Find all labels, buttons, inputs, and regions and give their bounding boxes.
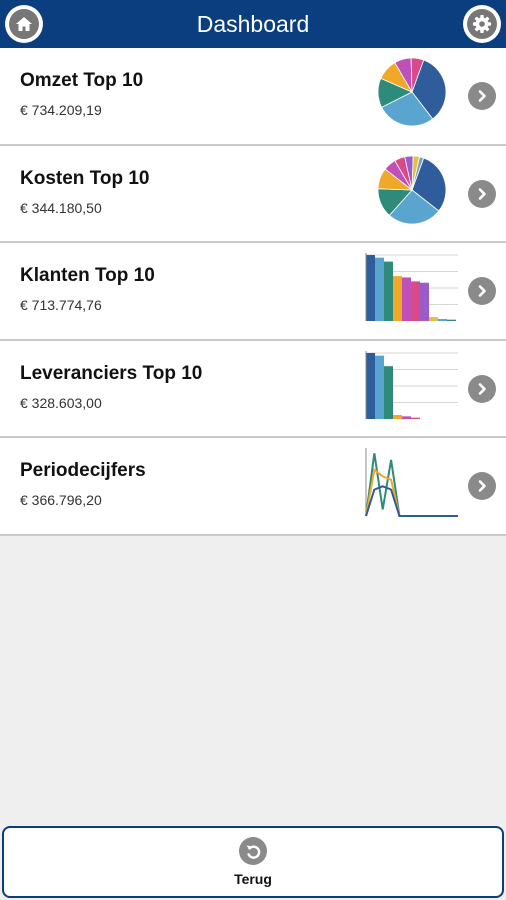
bar-chart <box>365 350 458 419</box>
footer-bar: Terug <box>0 824 506 900</box>
bar <box>429 317 438 322</box>
undo-arrow-icon <box>239 837 267 865</box>
home-icon <box>9 9 39 39</box>
row-value: € 366.796,20 <box>20 492 102 509</box>
bar <box>420 282 429 322</box>
back-label: Terug <box>234 871 272 887</box>
bar <box>402 277 411 322</box>
list-item-omzet[interactable]: Omzet Top 10 € 734.209,19 <box>0 48 506 146</box>
bar <box>447 319 456 322</box>
list-item-periodecijfers[interactable]: Periodecijfers € 366.796,20 <box>0 438 506 536</box>
bar <box>366 255 375 322</box>
bar <box>393 276 402 322</box>
bar <box>411 417 420 419</box>
row-title: Kosten Top 10 <box>20 167 150 189</box>
home-button[interactable] <box>5 5 43 43</box>
list-item-klanten[interactable]: Klanten Top 10 € 713.774,76 <box>0 243 506 341</box>
pie-chart <box>377 155 447 224</box>
page-title: Dashboard <box>196 10 310 37</box>
row-value: € 328.603,00 <box>20 394 102 411</box>
row-value: € 344.180,50 <box>20 199 102 216</box>
bar <box>384 261 393 322</box>
row-value: € 713.774,76 <box>20 297 102 314</box>
list-item-kosten[interactable]: Kosten Top 10 € 344.180,50 <box>0 145 506 244</box>
chevron-right-icon[interactable] <box>468 277 496 306</box>
list-item-leveranciers[interactable]: Leveranciers Top 10 € 328.603,00 <box>0 340 506 439</box>
row-title: Omzet Top 10 <box>20 70 144 91</box>
app-header: Dashboard <box>0 0 506 48</box>
chevron-right-icon[interactable] <box>468 179 496 208</box>
row-title: Periodecijfers <box>20 460 146 482</box>
bar <box>384 365 393 419</box>
bar-chart <box>365 253 458 322</box>
chevron-right-icon[interactable] <box>468 472 496 501</box>
bar <box>375 257 384 322</box>
dashboard-list: Omzet Top 10 € 734.209,19 Kosten Top 10 … <box>0 48 506 536</box>
row-title: Leveranciers Top 10 <box>20 362 203 384</box>
chevron-right-icon[interactable] <box>468 374 496 403</box>
pie-chart <box>377 57 447 127</box>
bar <box>375 355 384 419</box>
line-chart <box>365 448 458 518</box>
bar <box>402 416 411 419</box>
bar <box>438 319 447 322</box>
row-title: Klanten Top 10 <box>20 265 155 287</box>
row-value: € 734.209,19 <box>20 102 102 118</box>
chevron-right-icon[interactable] <box>468 82 496 110</box>
back-button[interactable]: Terug <box>2 826 504 898</box>
bar <box>393 414 402 419</box>
gear-icon <box>467 9 497 39</box>
bar <box>366 352 375 419</box>
bar <box>411 281 420 322</box>
series-line <box>365 453 458 518</box>
settings-button[interactable] <box>463 5 501 43</box>
